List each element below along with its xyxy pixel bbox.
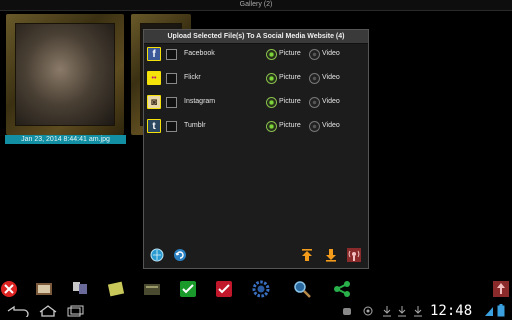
dialog-title: Upload Selected File(s) To A Social Medi… <box>144 30 368 44</box>
upload-dialog: Upload Selected File(s) To A Social Medi… <box>143 29 369 269</box>
settings-gear-icon[interactable] <box>252 280 270 298</box>
select-all-check-icon[interactable] <box>179 280 197 298</box>
download-arrow-icon[interactable] <box>324 248 338 262</box>
photo-caption: Jan 23, 2014 8:44:41 am.jpg <box>5 135 126 144</box>
site-row-facebook: f Facebook Picture Video <box>144 47 368 63</box>
search-icon[interactable] <box>293 280 311 298</box>
site-label-instagram: Instagram <box>184 98 216 105</box>
download-icon-3 <box>414 306 422 317</box>
video-label: Video <box>322 98 340 105</box>
upload-box-icon[interactable] <box>492 280 510 298</box>
facebook-picture-radio[interactable] <box>266 49 277 60</box>
instagram-picture-radio[interactable] <box>266 97 277 108</box>
picture-label: Picture <box>279 50 301 57</box>
slideshow-icon[interactable] <box>35 280 53 298</box>
app-title-bar: Gallery (2) <box>0 0 512 11</box>
close-icon[interactable] <box>0 280 18 298</box>
download-icon-2 <box>398 306 406 317</box>
android-debug-icon <box>343 308 351 315</box>
id-card-icon[interactable] <box>143 280 161 298</box>
download-icon <box>383 306 391 317</box>
home-icon[interactable] <box>38 305 58 317</box>
site-label-flickr: Flickr <box>184 74 201 81</box>
flickr-video-radio[interactable] <box>309 73 320 84</box>
facebook-video-radio[interactable] <box>309 49 320 60</box>
facebook-icon: f <box>147 47 161 61</box>
tumblr-picture-radio[interactable] <box>266 121 277 132</box>
recent-apps-icon[interactable] <box>66 305 86 317</box>
video-label: Video <box>322 122 340 129</box>
picture-label: Picture <box>279 74 301 81</box>
photos-icon[interactable] <box>71 280 89 298</box>
photo-image <box>15 23 115 126</box>
instagram-video-radio[interactable] <box>309 97 320 108</box>
video-label: Video <box>322 74 340 81</box>
site-label-facebook: Facebook <box>184 50 215 57</box>
site-label-tumblr: Tumblr <box>184 122 206 129</box>
video-label: Video <box>322 50 340 57</box>
flickr-picture-radio[interactable] <box>266 73 277 84</box>
instagram-icon: ◙ <box>147 95 161 109</box>
upload-arrow-icon[interactable] <box>300 248 314 262</box>
picture-label: Picture <box>279 122 301 129</box>
back-icon[interactable] <box>6 305 30 317</box>
usb-icon <box>363 306 373 316</box>
flickr-icon: •• <box>147 71 161 85</box>
refresh-icon[interactable] <box>173 248 187 262</box>
site-row-flickr: •• Flickr Picture Video <box>144 71 368 87</box>
globe-icon[interactable] <box>150 248 164 262</box>
battery-icon <box>497 304 505 317</box>
tumblr-checkbox[interactable] <box>166 121 177 132</box>
share-icon[interactable] <box>333 280 351 298</box>
flickr-checkbox[interactable] <box>166 73 177 84</box>
facebook-checkbox[interactable] <box>166 49 177 60</box>
photo-thumbnail[interactable] <box>6 14 124 135</box>
broadcast-icon[interactable] <box>347 248 361 262</box>
tumblr-video-radio[interactable] <box>309 121 320 132</box>
picture-label: Picture <box>279 98 301 105</box>
wifi-signal-icon <box>485 307 493 316</box>
instagram-checkbox[interactable] <box>166 97 177 108</box>
site-row-instagram: ◙ Instagram Picture Video <box>144 95 368 111</box>
status-clock: 12:48 <box>430 303 473 319</box>
site-row-tumblr: t Tumblr Picture Video <box>144 119 368 135</box>
tumblr-icon: t <box>147 119 161 133</box>
deselect-check-icon[interactable] <box>215 280 233 298</box>
notes-icon[interactable] <box>107 280 125 298</box>
